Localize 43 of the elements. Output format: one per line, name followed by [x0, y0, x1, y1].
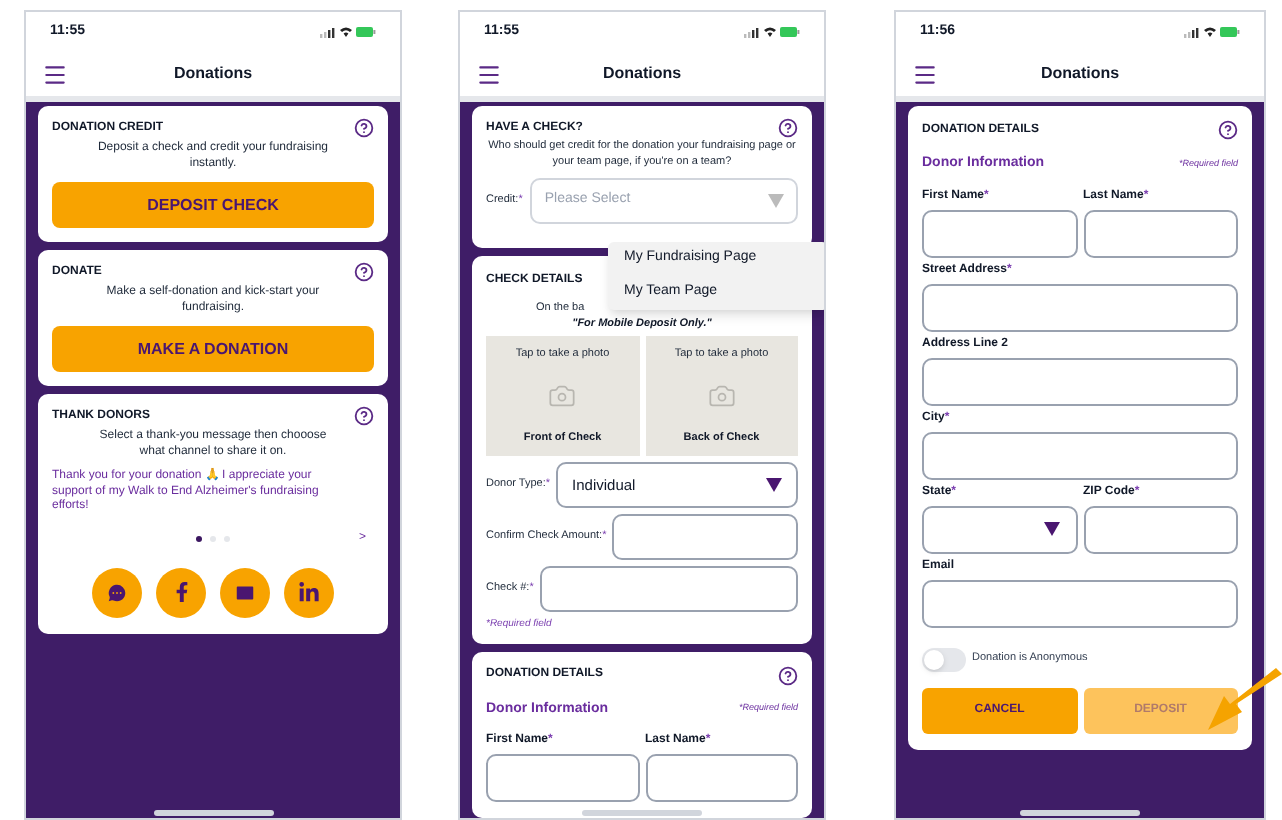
- input-field[interactable]: [539, 566, 798, 612]
- linkedin-icon: [298, 581, 320, 603]
- menu-icon[interactable]: [912, 61, 938, 87]
- linkedin-share-button[interactable]: [284, 567, 334, 617]
- status-icons: [744, 26, 800, 38]
- mail-share-button[interactable]: [220, 567, 270, 617]
- input-field[interactable]: [645, 754, 798, 802]
- pointer-arrow-icon: [1208, 668, 1282, 732]
- chat-bubble-icon: [106, 581, 128, 603]
- input-field[interactable]: [612, 514, 798, 560]
- input-field[interactable]: [922, 357, 1238, 405]
- input-field[interactable]: [1083, 209, 1238, 257]
- menu-icon[interactable]: [476, 61, 502, 87]
- status-icons: [1184, 26, 1240, 38]
- select-field[interactable]: [922, 505, 1077, 553]
- screen-title: Donations: [1040, 62, 1120, 86]
- toggle-switch[interactable]: [922, 647, 966, 671]
- dropdown-caret-icon: [766, 478, 782, 492]
- help-icon[interactable]: [1218, 120, 1238, 140]
- help-icon[interactable]: [354, 406, 374, 426]
- status-icons: [320, 26, 376, 38]
- dropdown-caret-icon: [768, 194, 784, 208]
- action-button[interactable]: MAKE A DONATION: [52, 326, 374, 372]
- chat-share-button[interactable]: [92, 567, 142, 617]
- input-field[interactable]: [1083, 505, 1238, 553]
- help-icon[interactable]: [778, 665, 798, 685]
- action-button[interactable]: DEPOSIT CHECK: [52, 182, 374, 228]
- facebook-share-button[interactable]: [156, 567, 206, 617]
- dropdown-caret-icon: [1043, 522, 1059, 536]
- input-field[interactable]: [922, 283, 1238, 331]
- menu-icon[interactable]: [42, 61, 68, 87]
- help-icon[interactable]: [778, 118, 798, 138]
- input-field[interactable]: [922, 209, 1077, 257]
- help-icon[interactable]: [354, 118, 374, 138]
- screen-title: Donations: [602, 62, 682, 86]
- help-icon[interactable]: [354, 262, 374, 282]
- input-field[interactable]: [922, 431, 1238, 479]
- input-field[interactable]: [922, 579, 1238, 627]
- input-field[interactable]: [486, 754, 639, 802]
- camera-icon: [548, 382, 577, 410]
- screen-title: Donations: [173, 62, 253, 86]
- camera-icon: [707, 382, 736, 410]
- facebook-icon: [171, 582, 191, 602]
